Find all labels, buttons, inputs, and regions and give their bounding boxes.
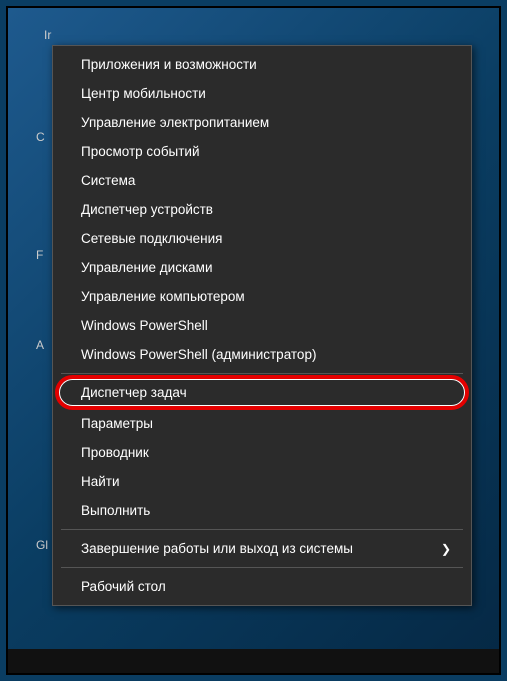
- taskbar[interactable]: [8, 649, 499, 673]
- menu-label: Проводник: [81, 445, 149, 460]
- bg-icon-label: Gl: [36, 538, 48, 552]
- bg-icon-label: C: [36, 130, 45, 144]
- menu-label: Приложения и возможности: [81, 57, 257, 72]
- menu-label: Рабочий стол: [81, 579, 166, 594]
- bg-icon-label: F: [36, 248, 43, 262]
- menu-label: Управление дисками: [81, 260, 213, 275]
- winx-context-menu: Приложения и возможности Центр мобильнос…: [52, 45, 472, 606]
- menu-label: Windows PowerShell (администратор): [81, 347, 316, 362]
- menu-item-shutdown-signout[interactable]: Завершение работы или выход из системы ❯: [53, 534, 471, 563]
- menu-label: Найти: [81, 474, 120, 489]
- menu-label: Выполнить: [81, 503, 150, 518]
- menu-label: Система: [81, 173, 135, 188]
- menu-label: Диспетчер устройств: [81, 202, 213, 217]
- menu-label: Завершение работы или выход из системы: [81, 541, 353, 556]
- menu-label: Windows PowerShell: [81, 318, 208, 333]
- desktop-background: Ir C F A k Gl Приложения и возможности Ц…: [6, 6, 501, 675]
- bg-icon-label: A: [36, 338, 44, 352]
- menu-label: Параметры: [81, 416, 153, 431]
- menu-item-run[interactable]: Выполнить: [53, 496, 471, 525]
- menu-item-search[interactable]: Найти: [53, 467, 471, 496]
- menu-item-desktop[interactable]: Рабочий стол: [53, 572, 471, 601]
- menu-separator: [61, 567, 463, 568]
- menu-item-computer-management[interactable]: Управление компьютером: [53, 282, 471, 311]
- menu-item-task-manager[interactable]: Диспетчер задач: [63, 378, 461, 407]
- menu-separator: [61, 529, 463, 530]
- menu-label: Просмотр событий: [81, 144, 200, 159]
- menu-item-device-manager[interactable]: Диспетчер устройств: [53, 195, 471, 224]
- menu-label: Диспетчер задач: [81, 385, 187, 400]
- bg-icon-label: Ir: [44, 28, 51, 42]
- menu-separator: [61, 373, 463, 374]
- menu-item-system[interactable]: Система: [53, 166, 471, 195]
- menu-item-mobility-center[interactable]: Центр мобильности: [53, 79, 471, 108]
- menu-label: Управление компьютером: [81, 289, 245, 304]
- menu-item-disk-management[interactable]: Управление дисками: [53, 253, 471, 282]
- menu-label: Центр мобильности: [81, 86, 206, 101]
- menu-label: Управление электропитанием: [81, 115, 269, 130]
- menu-item-settings[interactable]: Параметры: [53, 409, 471, 438]
- highlighted-item-wrap: Диспетчер задач: [63, 378, 461, 407]
- menu-item-network-connections[interactable]: Сетевые подключения: [53, 224, 471, 253]
- menu-item-apps-features[interactable]: Приложения и возможности: [53, 50, 471, 79]
- menu-item-power-options[interactable]: Управление электропитанием: [53, 108, 471, 137]
- menu-item-explorer[interactable]: Проводник: [53, 438, 471, 467]
- menu-item-powershell[interactable]: Windows PowerShell: [53, 311, 471, 340]
- menu-label: Сетевые подключения: [81, 231, 223, 246]
- chevron-right-icon: ❯: [441, 542, 451, 556]
- menu-item-powershell-admin[interactable]: Windows PowerShell (администратор): [53, 340, 471, 369]
- menu-item-event-viewer[interactable]: Просмотр событий: [53, 137, 471, 166]
